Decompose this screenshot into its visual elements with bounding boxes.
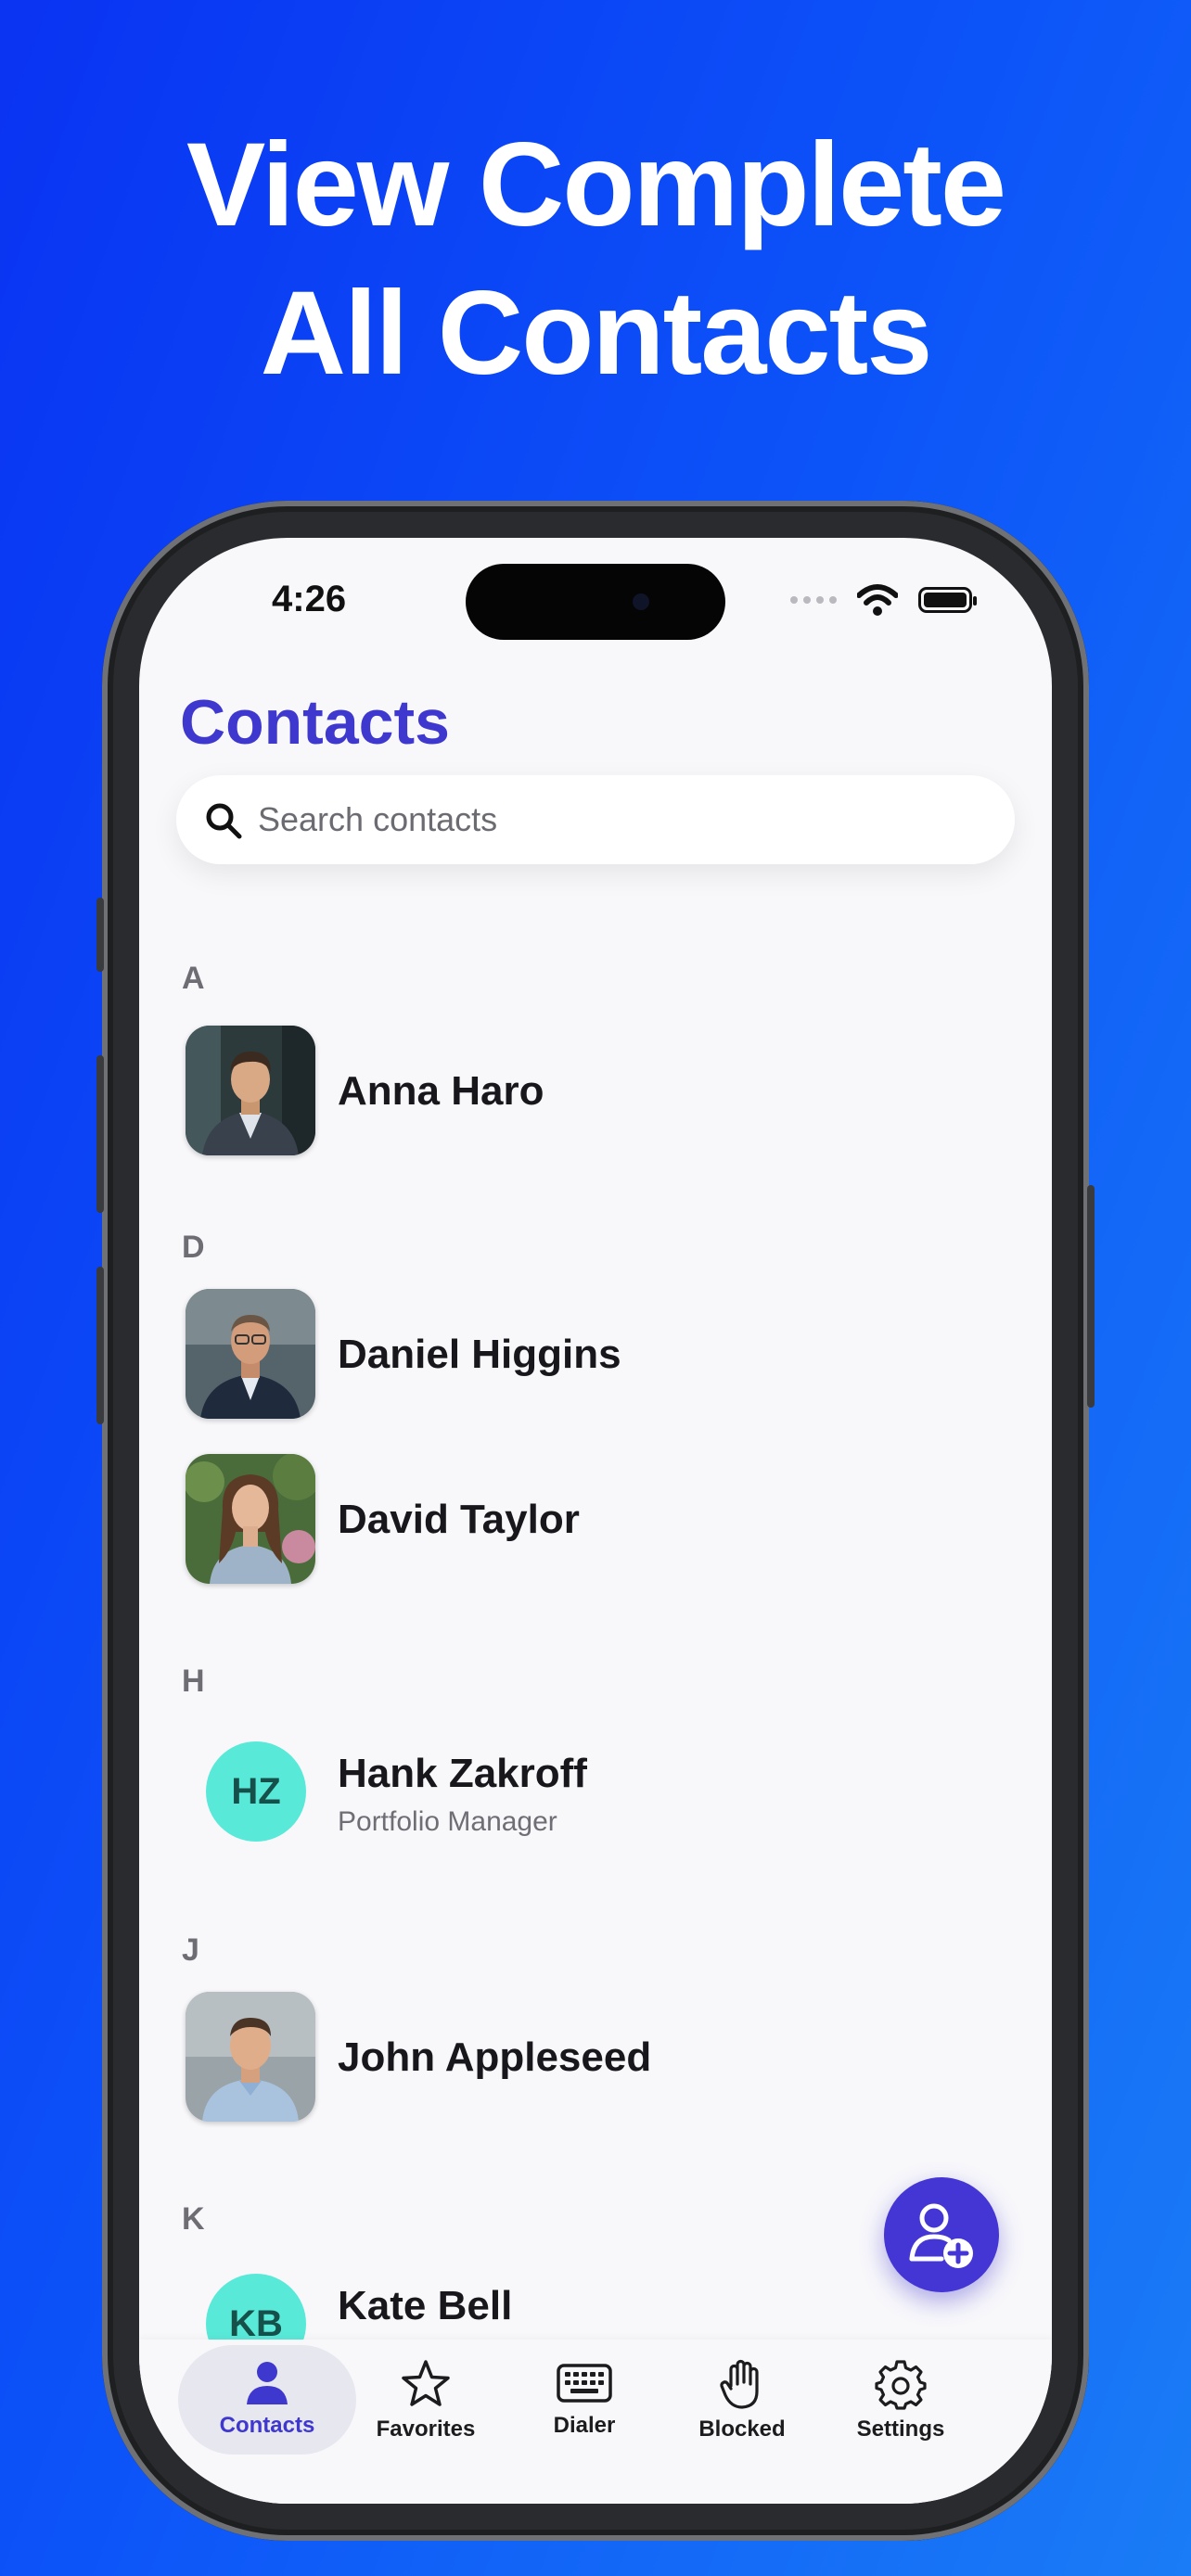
contact-subtitle: Portfolio Manager: [338, 1806, 557, 1837]
contact-row-anna-haro[interactable]: Anna Haro: [186, 1026, 1002, 1159]
avatar: [186, 1026, 315, 1155]
contact-name: Anna Haro: [338, 1068, 544, 1114]
battery-icon: [918, 587, 977, 613]
page-title: Contacts: [180, 687, 450, 758]
tab-label: Dialer: [553, 2413, 616, 2438]
section-header-h: H: [182, 1664, 205, 1699]
tab-blocked[interactable]: Blocked: [662, 2345, 822, 2455]
tab-label: Blocked: [698, 2417, 786, 2442]
gear-icon: [875, 2360, 927, 2410]
search-bar[interactable]: Search contacts: [176, 775, 1015, 864]
add-contact-icon: [909, 2203, 973, 2268]
contact-name: Kate Bell: [338, 2283, 513, 2328]
tab-bar: Contacts Favorites Dialer Blocked Settin…: [139, 2340, 1052, 2504]
headline-line1: View Complete: [186, 119, 1006, 251]
status-indicators: [790, 584, 977, 616]
volume-down-button: [96, 1267, 104, 1424]
contact-row-david-taylor[interactable]: David Taylor: [186, 1454, 1002, 1588]
headline: View Complete All Contacts: [0, 111, 1191, 408]
tab-settings[interactable]: Settings: [821, 2345, 980, 2455]
add-contact-button[interactable]: [884, 2177, 999, 2292]
avatar: [186, 1454, 315, 1584]
phone-screen: 4:26 Contacts Search contacts A Anna Har…: [139, 538, 1052, 2504]
star-icon: [402, 2360, 450, 2406]
wifi-icon: [857, 584, 898, 616]
tab-contacts[interactable]: Contacts: [178, 2345, 356, 2455]
person-icon: [247, 2362, 288, 2404]
contact-row-john-appleseed[interactable]: John Appleseed: [186, 1992, 1002, 2125]
section-header-j: J: [182, 1932, 199, 1968]
avatar: [186, 1992, 315, 2122]
contact-name: David Taylor: [338, 1497, 580, 1542]
power-button: [1087, 1185, 1095, 1408]
contact-row-daniel-higgins[interactable]: Daniel Higgins: [186, 1289, 1002, 1422]
tab-favorites[interactable]: Favorites: [346, 2345, 506, 2455]
status-time: 4:26: [272, 579, 347, 619]
tab-label: Contacts: [219, 2413, 315, 2438]
keyboard-icon: [557, 2364, 612, 2403]
section-header-k: K: [182, 2201, 205, 2237]
action-button: [96, 898, 104, 972]
contact-row-hank-zakroff[interactable]: HZ Hank Zakroff Portfolio Manager: [186, 1728, 1002, 1862]
search-input[interactable]: Search contacts: [258, 800, 497, 839]
dynamic-island: [466, 564, 725, 640]
avatar: [186, 1289, 315, 1419]
contact-name: John Appleseed: [338, 2034, 652, 2080]
tab-label: Favorites: [376, 2417, 476, 2442]
contact-name: Daniel Higgins: [338, 1332, 621, 1377]
section-header-d: D: [182, 1230, 205, 1265]
tab-dialer[interactable]: Dialer: [505, 2345, 664, 2455]
section-header-a: A: [182, 961, 205, 996]
signal-icon: [790, 596, 837, 604]
hand-icon: [720, 2359, 759, 2409]
search-icon: [206, 803, 242, 839]
headline-line2: All Contacts: [260, 267, 933, 400]
contact-name: Hank Zakroff: [338, 1751, 587, 1796]
volume-up-button: [96, 1055, 104, 1213]
avatar-initials: HZ: [206, 1741, 306, 1842]
tab-label: Settings: [856, 2417, 945, 2442]
